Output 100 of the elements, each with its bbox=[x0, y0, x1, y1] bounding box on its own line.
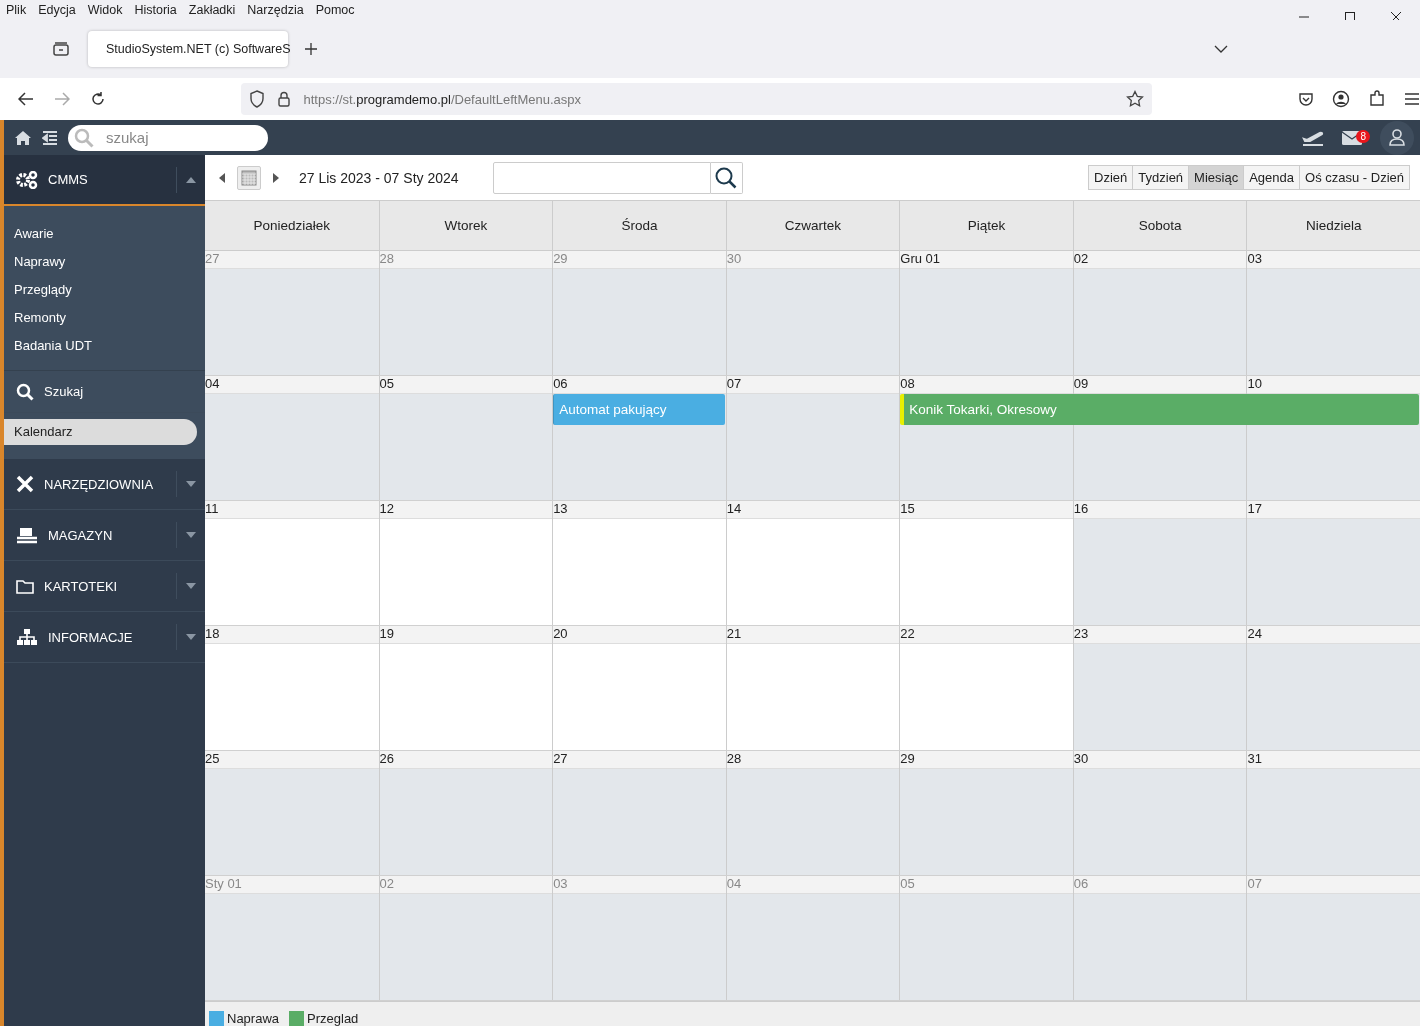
menu-item[interactable]: Zakładki bbox=[188, 3, 236, 17]
day-number: 13 bbox=[553, 501, 726, 519]
day-number: Sty 01 bbox=[205, 876, 379, 894]
search-icon bbox=[74, 127, 94, 148]
chevron-down-icon[interactable] bbox=[1214, 44, 1228, 54]
account-icon[interactable] bbox=[1332, 90, 1350, 108]
sidebar-item[interactable]: Kalendarz bbox=[4, 419, 197, 445]
day-number: 07 bbox=[1247, 876, 1420, 894]
folder-icon bbox=[16, 578, 34, 594]
menu-item[interactable]: Narzędzia bbox=[247, 3, 304, 17]
caret-right-icon[interactable] bbox=[273, 172, 279, 183]
caret-icon bbox=[186, 481, 196, 487]
menu-icon[interactable] bbox=[1404, 92, 1420, 106]
weekday-header: Niedziela bbox=[1246, 201, 1420, 250]
day-number: 27 bbox=[553, 751, 726, 769]
search-icon bbox=[16, 382, 34, 401]
day-number: 28 bbox=[726, 751, 900, 769]
day-number: 17 bbox=[1247, 501, 1420, 519]
caret-icon bbox=[186, 176, 196, 183]
day-number: 06 bbox=[553, 376, 726, 394]
star-icon[interactable] bbox=[1126, 90, 1144, 108]
view-button[interactable]: Agenda bbox=[1243, 165, 1300, 190]
hierarchy-icon bbox=[16, 628, 38, 646]
day-number: 22 bbox=[900, 626, 1073, 644]
day-number: 29 bbox=[900, 751, 1073, 769]
view-button[interactable]: Tydzień bbox=[1132, 165, 1190, 190]
day-number: 05 bbox=[900, 876, 1073, 894]
puzzle-icon[interactable] bbox=[1368, 90, 1386, 108]
legend-label: Przeglad bbox=[307, 1011, 359, 1026]
view-button[interactable]: Oś czasu - Dzień bbox=[1299, 165, 1410, 190]
user-icon bbox=[1389, 129, 1405, 146]
plus-icon[interactable] bbox=[304, 42, 318, 56]
day-number: 14 bbox=[726, 501, 900, 519]
day-number: 15 bbox=[900, 501, 1073, 519]
sidebar-item[interactable]: Awarie bbox=[4, 220, 205, 248]
day-number: 04 bbox=[726, 876, 900, 894]
day-number: 09 bbox=[1073, 376, 1247, 394]
address-bar[interactable]: https://st.programdemo.pl/DefaultLeftMenu.aspx bbox=[241, 83, 1152, 115]
sidebar-item[interactable]: Badania UDT bbox=[4, 332, 205, 360]
view-button[interactable]: Dzień bbox=[1088, 165, 1134, 190]
home-icon[interactable] bbox=[14, 129, 32, 146]
day-number: 21 bbox=[726, 626, 900, 644]
search-field[interactable]: szukaj bbox=[68, 124, 268, 151]
menu-item[interactable]: Plik bbox=[6, 3, 27, 17]
lock-icon bbox=[277, 91, 292, 107]
day-number: 02 bbox=[1073, 251, 1247, 269]
day-number: 28 bbox=[379, 251, 553, 269]
day-number: 30 bbox=[1073, 751, 1247, 769]
collapse-menu-icon[interactable] bbox=[42, 130, 58, 145]
day-number: 12 bbox=[379, 501, 553, 519]
date-range: 27 Lis 2023 - 07 Sty 2024 bbox=[299, 169, 459, 186]
user-button[interactable] bbox=[1380, 120, 1414, 155]
day-number: 06 bbox=[1073, 876, 1247, 894]
sidebar-section[interactable]: CMMS bbox=[4, 155, 205, 206]
day-number: 27 bbox=[205, 251, 379, 269]
menu-item[interactable]: Pomoc bbox=[315, 3, 355, 17]
sidebar-item[interactable]: Remonty bbox=[4, 304, 205, 332]
search-button[interactable] bbox=[710, 161, 743, 194]
day-number: 08 bbox=[900, 376, 1073, 394]
sidebar-section[interactable]: Szukaj bbox=[4, 371, 205, 413]
caret-left-icon[interactable] bbox=[219, 172, 225, 183]
pocket-icon[interactable] bbox=[1298, 91, 1314, 107]
menu-item[interactable]: Edycja bbox=[38, 3, 76, 17]
tray-icon[interactable] bbox=[52, 41, 70, 57]
caret-icon bbox=[186, 532, 196, 538]
sidebar-item[interactable]: Przeglądy bbox=[4, 276, 205, 304]
warehouse-icon bbox=[16, 526, 38, 544]
day-number: 31 bbox=[1247, 751, 1420, 769]
search-field[interactable] bbox=[492, 161, 711, 194]
gears-icon bbox=[16, 170, 38, 189]
calendar-icon bbox=[241, 169, 257, 186]
day-number: 02 bbox=[379, 876, 553, 894]
calendar-button[interactable] bbox=[237, 165, 261, 190]
day-number: 04 bbox=[205, 376, 379, 394]
notification-badge: 8 bbox=[1356, 129, 1370, 143]
reload-icon[interactable] bbox=[89, 91, 106, 107]
menu-item[interactable]: Historia bbox=[134, 3, 177, 17]
day-number: 25 bbox=[205, 751, 379, 769]
day-number: 07 bbox=[726, 376, 900, 394]
day-number: 24 bbox=[1247, 626, 1420, 644]
search-icon bbox=[715, 166, 738, 189]
day-number: 16 bbox=[1073, 501, 1247, 519]
weekday-header: Wtorek bbox=[378, 201, 553, 250]
browser-tab[interactable]: StudioSystem.NET (c) SoftwareS bbox=[88, 31, 288, 67]
view-button[interactable]: Miesiąc bbox=[1188, 165, 1245, 190]
day-number: 03 bbox=[1247, 251, 1420, 269]
sidebar-item[interactable]: Naprawy bbox=[4, 248, 205, 276]
day-number: 19 bbox=[379, 626, 553, 644]
legend-label: Naprawa bbox=[227, 1011, 280, 1026]
weekday-header: Poniedziałek bbox=[252, 217, 332, 235]
weekday-header: Piątek bbox=[899, 201, 1073, 250]
caret-icon bbox=[186, 634, 196, 640]
day-number: 03 bbox=[553, 876, 726, 894]
back-icon[interactable] bbox=[18, 92, 34, 106]
weekday-header: Czwartek bbox=[725, 201, 900, 250]
day-number: 18 bbox=[205, 626, 379, 644]
menu-item[interactable]: Widok bbox=[87, 3, 123, 17]
day-number: 30 bbox=[726, 251, 900, 269]
caret-icon bbox=[186, 583, 196, 589]
weekday-header: Środa bbox=[552, 201, 726, 250]
